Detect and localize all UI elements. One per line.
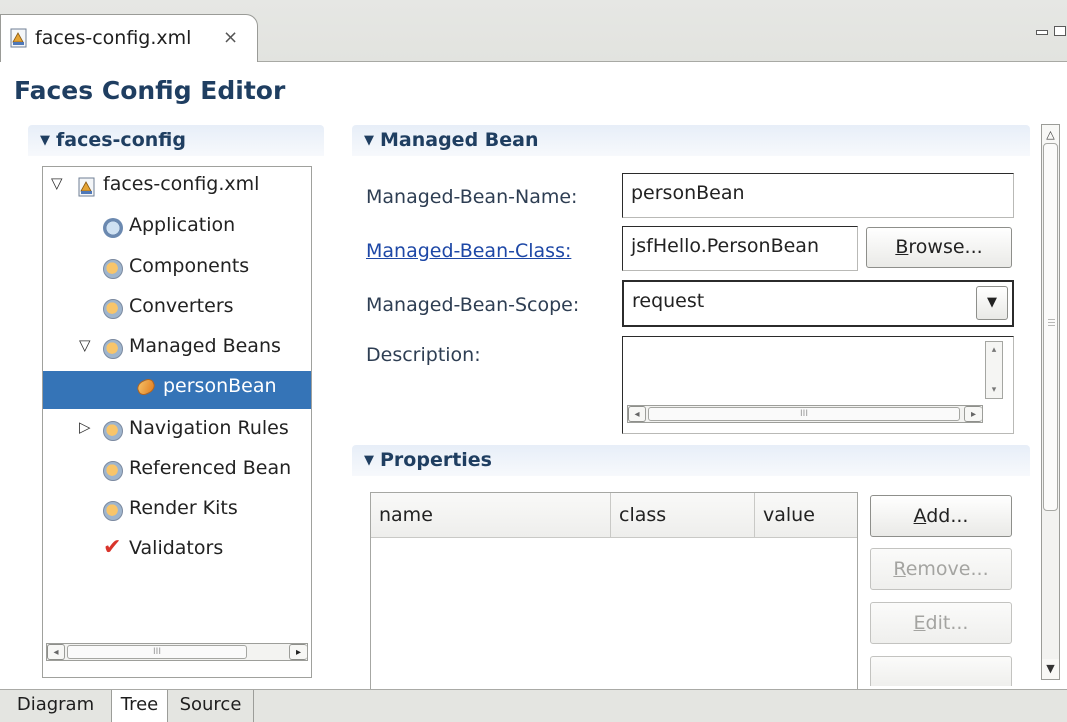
tree-item-converters[interactable]: Converters — [43, 293, 311, 327]
remove-mnemonic: R — [893, 558, 906, 580]
bean-icon — [134, 376, 158, 398]
faces-config-section-title: faces-config — [56, 129, 186, 151]
remove-label: emove... — [905, 558, 989, 580]
tab-tree[interactable]: Tree — [112, 690, 168, 722]
tab-source[interactable]: Source — [168, 690, 254, 722]
tab-diagram[interactable]: Diagram — [0, 690, 112, 722]
more-button[interactable] — [870, 656, 1012, 686]
faces-config-tree[interactable]: ▽ faces-config.xml Application Component… — [42, 166, 312, 678]
scroll-up-icon[interactable]: ▴ — [986, 342, 1002, 358]
editor-tab-strip: faces-config.xml ⨯ — [0, 0, 1067, 63]
bean-class-link[interactable]: Managed-Bean-Class: — [366, 240, 571, 262]
properties-section-header[interactable]: ▼ Properties — [352, 445, 1030, 476]
maximize-icon[interactable] — [1054, 26, 1066, 36]
description-horizontal-scrollbar[interactable]: ◂ III ▸ — [627, 405, 983, 423]
tree-item-components[interactable]: Components — [43, 253, 311, 287]
edit-label: dit... — [925, 612, 969, 634]
editor-tab-label: faces-config.xml — [35, 27, 192, 49]
description-textarea[interactable]: ▴ ▾ ◂ III ▸ — [622, 336, 1014, 434]
render-kits-icon — [103, 501, 123, 521]
editor-page-tabs: Diagram Tree Source — [0, 689, 1067, 722]
browse-button[interactable]: Browse... — [866, 227, 1012, 268]
add-mnemonic: A — [913, 505, 927, 527]
scroll-right-icon[interactable]: ▸ — [964, 406, 982, 422]
bean-name-field[interactable]: personBean — [622, 173, 1014, 218]
faces-config-editor: Faces Config Editor ▼ faces-config ▽ face… — [0, 62, 1067, 692]
collapse-triangle-icon: ▼ — [40, 133, 50, 148]
collapse-icon[interactable]: ▽ — [79, 336, 91, 354]
properties-section-title: Properties — [380, 449, 492, 471]
scroll-thumb[interactable]: III — [67, 645, 247, 659]
page-title: Faces Config Editor — [14, 76, 286, 105]
edit-button[interactable]: Edit... — [870, 602, 1012, 644]
scroll-thumb[interactable]: III — [648, 407, 960, 421]
components-icon — [103, 259, 123, 279]
scroll-left-icon[interactable]: ◂ — [47, 644, 65, 660]
tree-item-label: Application — [129, 214, 236, 236]
tree-horizontal-scrollbar[interactable]: ◂ III ▸ — [46, 643, 308, 661]
column-header-name[interactable]: name — [371, 493, 611, 538]
managed-beans-icon — [103, 339, 123, 359]
bean-scope-value: request — [632, 290, 705, 312]
add-button[interactable]: Add... — [870, 495, 1012, 537]
editor-vertical-scrollbar[interactable]: △ ▼ — [1041, 124, 1060, 680]
close-icon[interactable]: ⨯ — [223, 27, 238, 48]
tree-item-navigation-rules[interactable]: ▷ Navigation Rules — [43, 415, 311, 449]
collapse-triangle-icon: ▼ — [364, 133, 374, 148]
collapse-icon[interactable]: ▽ — [51, 174, 63, 192]
tree-item-label: Managed Beans — [129, 335, 281, 357]
tree-item-label: faces-config.xml — [103, 173, 260, 195]
grip-lines — [1048, 319, 1055, 320]
remove-button[interactable]: Remove... — [870, 548, 1012, 590]
navigation-rules-icon — [103, 421, 123, 441]
tree-item-root[interactable]: ▽ faces-config.xml — [43, 171, 311, 205]
scroll-down-icon[interactable]: ▼ — [1042, 659, 1059, 679]
tree-item-label: Referenced Bean — [129, 457, 292, 479]
scroll-thumb[interactable] — [1043, 143, 1058, 511]
tree-item-label: Components — [129, 255, 250, 277]
bean-name-label: Managed-Bean-Name: — [366, 186, 578, 208]
bean-scope-select[interactable]: request ▼ — [622, 280, 1014, 327]
tree-item-application[interactable]: Application — [43, 212, 311, 246]
column-header-value[interactable]: value — [755, 493, 857, 538]
tree-item-label: Validators — [129, 537, 224, 559]
tree-item-validators[interactable]: ✔ Validators — [43, 535, 311, 569]
edit-mnemonic: E — [913, 612, 926, 634]
xml-file-icon — [78, 177, 95, 197]
description-vertical-scrollbar[interactable]: ▴ ▾ — [985, 341, 1003, 399]
tree-item-label: Render Kits — [129, 497, 238, 519]
scroll-down-icon[interactable]: ▾ — [986, 382, 1002, 398]
converters-icon — [103, 299, 123, 319]
add-label: dd... — [926, 505, 969, 527]
tree-item-referenced-bean[interactable]: Referenced Bean — [43, 455, 311, 489]
tree-item-managed-beans[interactable]: ▽ Managed Beans — [43, 333, 311, 367]
tree-item-personbean[interactable]: personBean — [43, 371, 311, 409]
column-header-class[interactable]: class — [611, 493, 755, 538]
editor-tab-faces-config[interactable]: faces-config.xml ⨯ — [0, 14, 258, 63]
bean-scope-label: Managed-Bean-Scope: — [366, 294, 580, 316]
expand-icon[interactable]: ▷ — [79, 418, 91, 436]
browse-mnemonic: B — [895, 236, 909, 258]
tree-item-render-kits[interactable]: Render Kits — [43, 495, 311, 529]
chevron-down-icon[interactable]: ▼ — [976, 286, 1008, 320]
browse-label: rowse... — [908, 236, 983, 258]
properties-table[interactable]: name class value — [370, 492, 858, 692]
tree-item-label: Converters — [129, 295, 234, 317]
application-icon — [103, 218, 123, 238]
minimize-icon[interactable] — [1036, 30, 1048, 35]
scroll-left-icon[interactable]: ◂ — [628, 406, 646, 422]
bean-class-field[interactable]: jsfHello.PersonBean — [622, 226, 858, 271]
tree-item-label: Navigation Rules — [129, 417, 289, 439]
description-label: Description: — [366, 344, 481, 366]
referenced-bean-icon — [103, 461, 123, 481]
collapse-triangle-icon: ▼ — [364, 453, 374, 468]
scroll-up-icon[interactable]: △ — [1042, 125, 1059, 145]
tree-item-label: personBean — [163, 375, 277, 397]
scroll-right-icon[interactable]: ▸ — [289, 644, 307, 660]
managed-bean-section-title: Managed Bean — [380, 129, 539, 151]
managed-bean-section-header[interactable]: ▼ Managed Bean — [352, 125, 1030, 156]
xml-file-icon — [10, 28, 27, 48]
faces-config-section-header[interactable]: ▼ faces-config — [28, 125, 324, 156]
validators-icon: ✔ — [103, 535, 122, 560]
